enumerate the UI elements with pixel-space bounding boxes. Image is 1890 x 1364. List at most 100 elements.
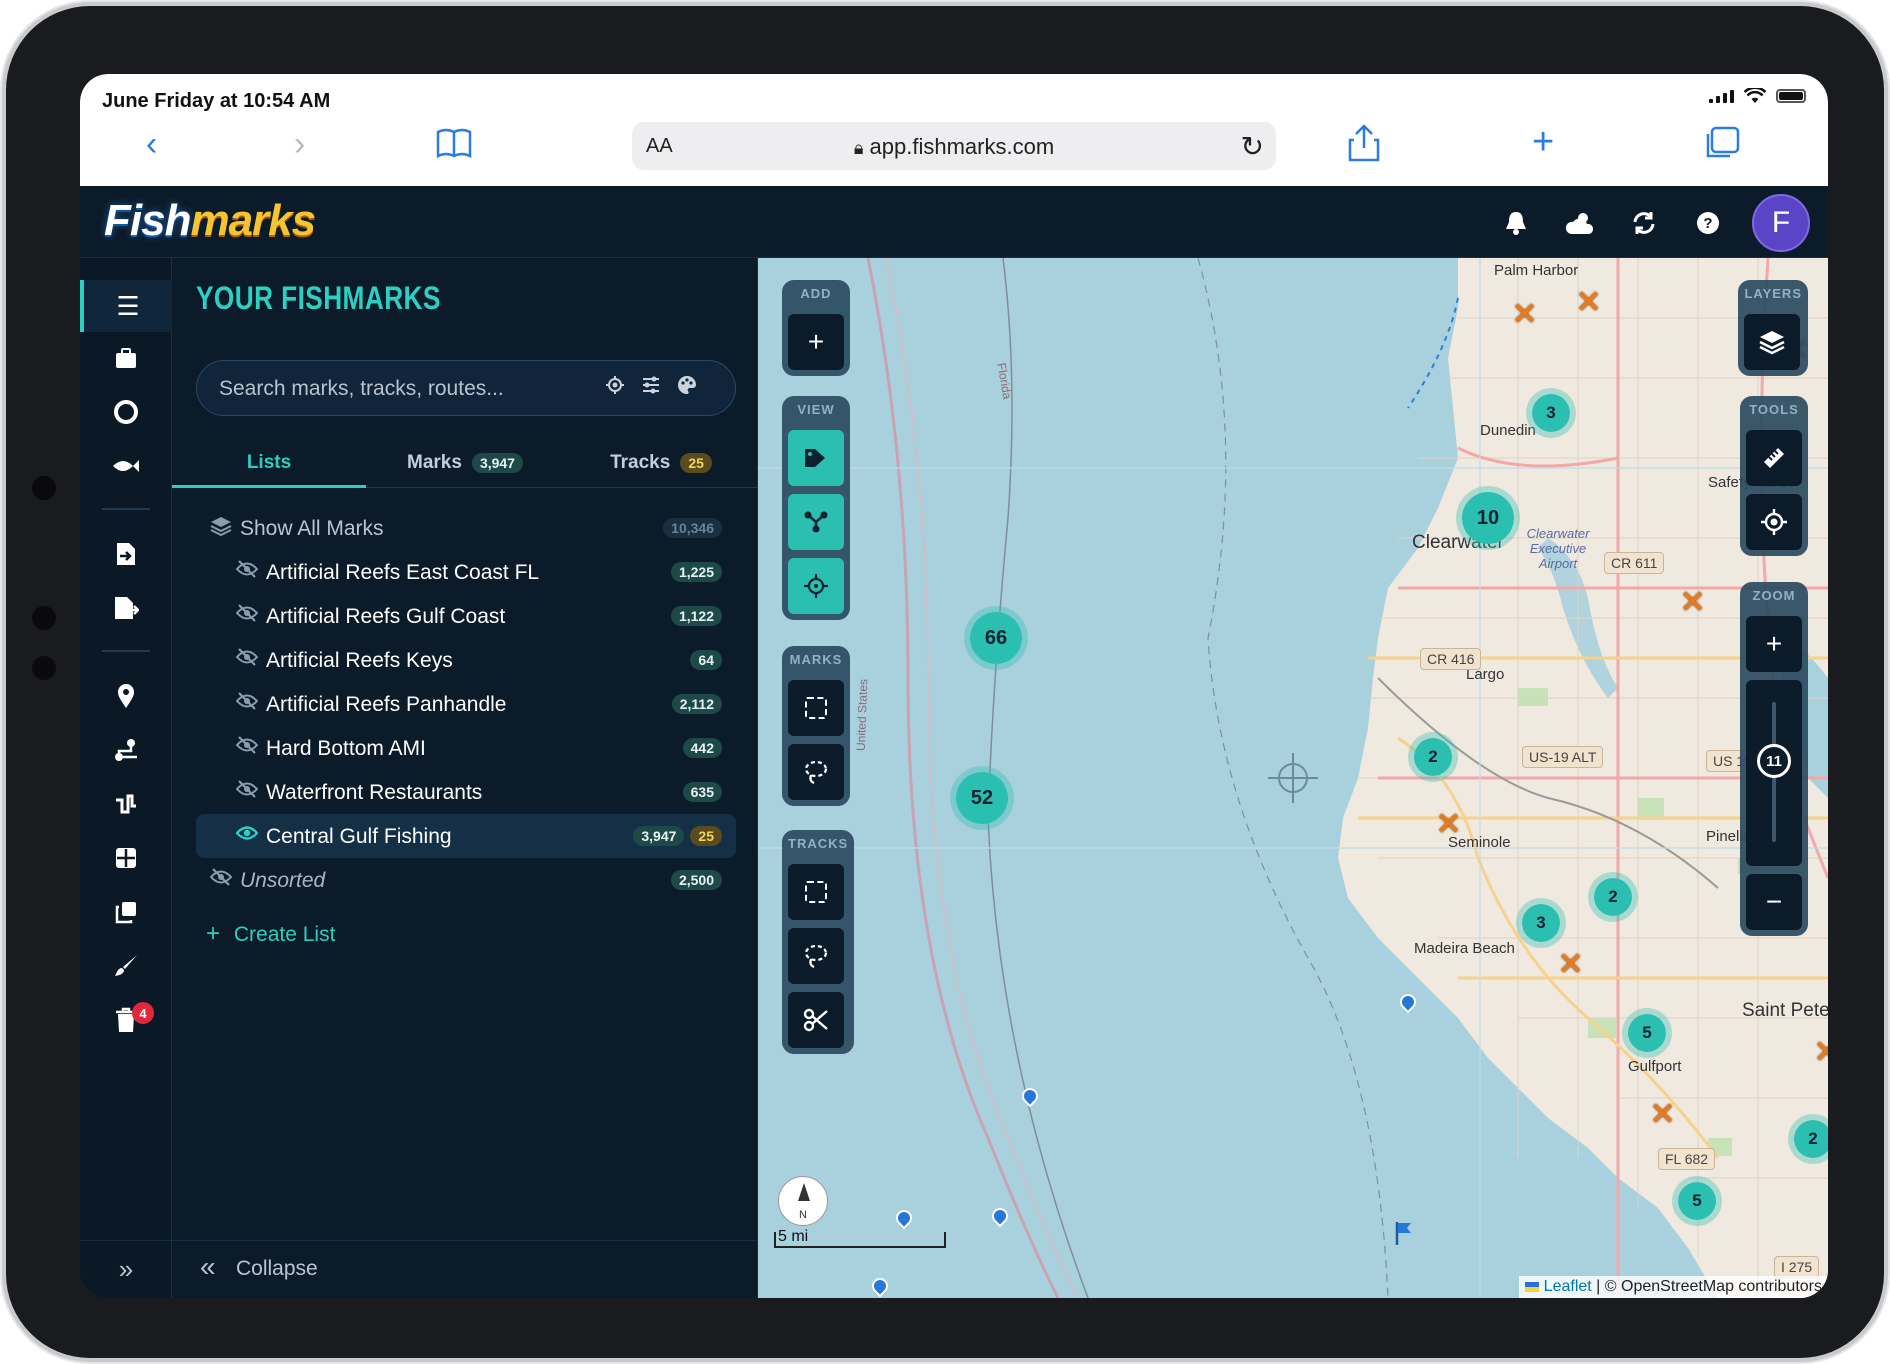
weather-icon[interactable]: [1560, 203, 1600, 243]
toggle-crosshair-button[interactable]: [788, 558, 844, 614]
add-mark-button[interactable]: +: [788, 314, 844, 370]
eye-off-icon[interactable]: [235, 780, 259, 804]
marks-box-select-button[interactable]: [788, 680, 844, 736]
list-item[interactable]: Artificial Reefs Keys 64: [196, 638, 736, 682]
eye-icon[interactable]: [235, 824, 259, 848]
plus-icon: +: [1765, 628, 1783, 659]
marks-lasso-button[interactable]: [788, 744, 844, 800]
eye-off-icon[interactable]: [235, 692, 259, 716]
unsorted-row[interactable]: Unsorted 2,500: [196, 858, 736, 902]
bell-icon[interactable]: [1496, 203, 1536, 243]
track-icon[interactable]: [80, 778, 172, 830]
tracks-cut-button[interactable]: [788, 992, 844, 1048]
measure-button[interactable]: [1746, 430, 1802, 486]
fishing-spot-marker[interactable]: ✕: [1436, 810, 1461, 840]
fishing-spot-marker[interactable]: ✕: [1512, 300, 1537, 330]
eye-off-icon[interactable]: [235, 648, 259, 672]
minus-icon: −: [1765, 886, 1783, 917]
toggle-labels-button[interactable]: [788, 430, 844, 486]
lasso-icon: [804, 760, 828, 785]
mark-cluster[interactable]: 3: [1516, 898, 1566, 948]
filter-icon[interactable]: [641, 375, 661, 401]
svg-text:?: ?: [1703, 215, 1712, 232]
export-icon[interactable]: [80, 582, 172, 634]
mark-cluster[interactable]: 2: [1588, 872, 1638, 922]
zoom-level-knob[interactable]: 11: [1757, 744, 1791, 778]
fishing-spot-marker[interactable]: ✕: [1558, 950, 1583, 980]
eye-off-icon[interactable]: [235, 736, 259, 760]
import-icon[interactable]: [80, 528, 172, 580]
zoom-out-button[interactable]: −: [1746, 874, 1802, 930]
eye-off-icon[interactable]: [235, 604, 259, 628]
locate-icon[interactable]: [605, 375, 625, 401]
tab-tracks[interactable]: Tracks 25: [564, 438, 758, 488]
screen: June Friday at 10:54 AM ‹ › AA 🔒︎ app.fi…: [80, 74, 1828, 1298]
tracks-lasso-button[interactable]: [788, 928, 844, 984]
add-tool-group: ADD +: [782, 280, 850, 376]
tabs-icon[interactable]: [1704, 126, 1740, 160]
marker-icon[interactable]: [80, 670, 172, 722]
map-view[interactable]: Palm Harbor Dunedin Safety Harbor Clearw…: [758, 258, 1828, 1298]
fishmarks-logo[interactable]: Fishmarks: [104, 196, 316, 246]
list-item[interactable]: Artificial Reefs Panhandle 2,112: [196, 682, 736, 726]
eye-off-icon[interactable]: [235, 560, 259, 584]
zoom-in-button[interactable]: +: [1746, 616, 1802, 672]
zoom-slider[interactable]: 11: [1746, 680, 1802, 866]
lifebuoy-icon[interactable]: [80, 386, 172, 438]
search-input[interactable]: [219, 377, 599, 401]
toggle-routes-button[interactable]: [788, 494, 844, 550]
list-count: 2,500: [670, 870, 722, 890]
expand-chevron-icon[interactable]: »: [80, 1240, 172, 1298]
create-list-button[interactable]: + Create List: [206, 920, 335, 948]
avatar[interactable]: F: [1752, 194, 1810, 252]
forward-icon[interactable]: ›: [294, 126, 305, 162]
fishing-spot-marker[interactable]: ✕: [1650, 1100, 1675, 1130]
bookmarks-icon[interactable]: [436, 128, 472, 158]
grid-icon[interactable]: [80, 832, 172, 884]
reload-icon[interactable]: ↻: [1241, 130, 1264, 163]
tab-marks[interactable]: Marks 3,947: [368, 438, 562, 488]
tracks-box-select-button[interactable]: [788, 864, 844, 920]
flag-marker-icon[interactable]: [1394, 1220, 1414, 1246]
fishing-spot-marker[interactable]: ✕: [1814, 1038, 1828, 1068]
mark-cluster[interactable]: 5: [1672, 1176, 1722, 1226]
list-item[interactable]: Hard Bottom AMI 442: [196, 726, 736, 770]
tab-lists[interactable]: Lists: [172, 438, 366, 488]
eye-off-icon[interactable]: [209, 868, 233, 892]
address-bar[interactable]: AA 🔒︎ app.fishmarks.com ↻: [632, 122, 1276, 170]
active-tab-indicator: [172, 485, 366, 488]
brush-icon[interactable]: [80, 940, 172, 992]
show-all-marks-row[interactable]: Show All Marks 10,346: [196, 506, 736, 550]
back-icon[interactable]: ‹: [146, 126, 157, 162]
copy-icon[interactable]: [80, 886, 172, 938]
compass[interactable]: N: [778, 1176, 828, 1226]
fishing-spot-marker[interactable]: ✕: [1576, 288, 1601, 318]
collapse-button[interactable]: « Collapse: [172, 1240, 758, 1298]
sync-icon[interactable]: [1624, 203, 1664, 243]
help-icon[interactable]: ?: [1688, 203, 1728, 243]
fishing-spot-marker[interactable]: ✕: [1680, 588, 1705, 618]
list-item[interactable]: Artificial Reefs Gulf Coast 1,122: [196, 594, 736, 638]
mark-cluster[interactable]: 52: [950, 766, 1014, 830]
panel-title: YOUR FISHMARKS: [196, 280, 441, 316]
fish-icon[interactable]: [80, 440, 172, 492]
briefcase-icon[interactable]: [80, 332, 172, 384]
my-location-button[interactable]: [1746, 494, 1802, 550]
list-item[interactable]: Waterfront Restaurants 635: [196, 770, 736, 814]
list-item[interactable]: Artificial Reefs East Coast FL 1,225: [196, 550, 736, 594]
palette-icon[interactable]: [677, 375, 697, 401]
mark-cluster[interactable]: 3: [1526, 388, 1576, 438]
route-icon[interactable]: [80, 724, 172, 776]
leaflet-link[interactable]: Leaflet: [1544, 1278, 1592, 1295]
share-icon[interactable]: [1348, 124, 1380, 162]
trash-icon[interactable]: 4: [80, 994, 172, 1046]
list-item-selected[interactable]: Central Gulf Fishing 3,947 25: [196, 814, 736, 858]
new-tab-icon[interactable]: +: [1532, 123, 1554, 161]
list-icon[interactable]: ☰: [80, 280, 172, 332]
mark-cluster[interactable]: 10: [1456, 486, 1520, 550]
mark-cluster[interactable]: 5: [1622, 1008, 1672, 1058]
mark-cluster[interactable]: 66: [964, 606, 1028, 670]
layers-button[interactable]: [1744, 314, 1801, 370]
mark-cluster[interactable]: 2: [1408, 732, 1458, 782]
map-attribution: Leaflet | © OpenStreetMap contributors: [1519, 1276, 1828, 1298]
